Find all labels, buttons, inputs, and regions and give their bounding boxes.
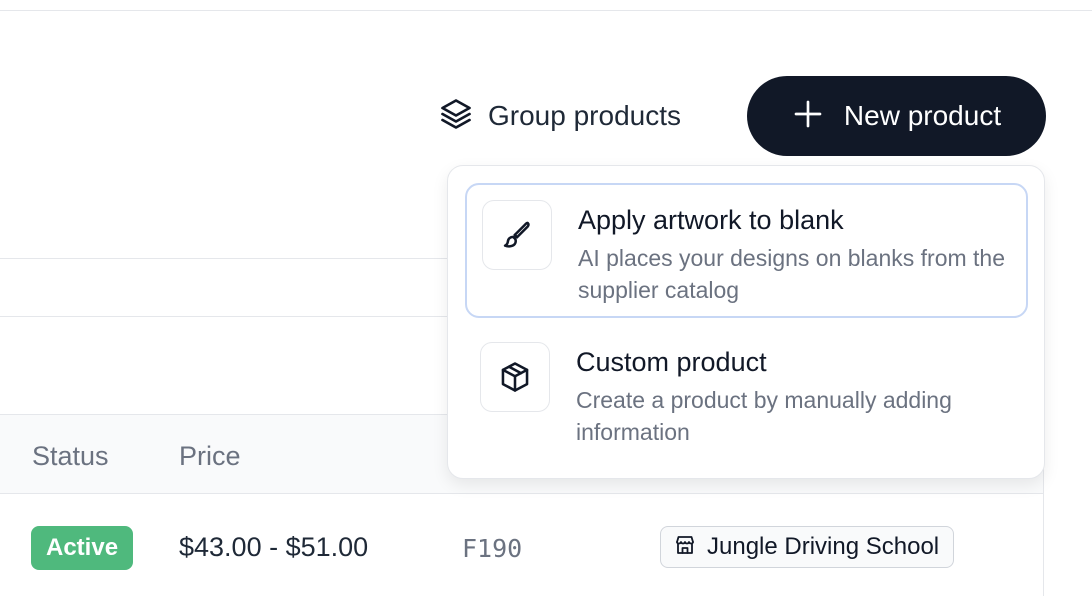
plus-icon (792, 98, 824, 135)
group-products-label: Group products (488, 100, 681, 131)
new-product-dropdown: Apply artwork to blank AI places your de… (447, 165, 1045, 479)
page: Group products New product Status Price … (0, 0, 1092, 596)
store-icon (673, 533, 697, 562)
paintbrush-icon (482, 200, 552, 270)
package-icon (480, 342, 550, 412)
table-row[interactable]: Active $43.00 - $51.00 F190 Jungle Drivi… (0, 495, 1044, 596)
menu-item-apply-artwork[interactable]: Apply artwork to blank AI places your de… (465, 183, 1028, 318)
status-badge: Active (31, 526, 134, 570)
menu-item-title: Custom product (576, 347, 767, 377)
new-product-button[interactable]: New product (747, 76, 1046, 156)
column-header-price[interactable]: Price (179, 441, 241, 472)
menu-item-title: Apply artwork to blank (578, 205, 844, 235)
menu-item-description: Create a product by manually adding info… (576, 387, 952, 445)
sku-cell: F190 (462, 534, 523, 563)
group-products-button[interactable]: Group products (438, 88, 681, 144)
price-cell: $43.00 - $51.00 (179, 532, 369, 562)
layers-icon (438, 96, 474, 137)
top-divider (0, 10, 1092, 11)
column-header-status[interactable]: Status (32, 441, 109, 472)
store-name: Jungle Driving School (707, 533, 940, 560)
store-chip[interactable]: Jungle Driving School (660, 526, 955, 568)
menu-item-custom-product[interactable]: Custom product Create a product by manua… (465, 327, 1028, 462)
new-product-label: New product (843, 100, 1002, 131)
menu-item-description: AI places your designs on blanks from th… (578, 245, 1006, 303)
